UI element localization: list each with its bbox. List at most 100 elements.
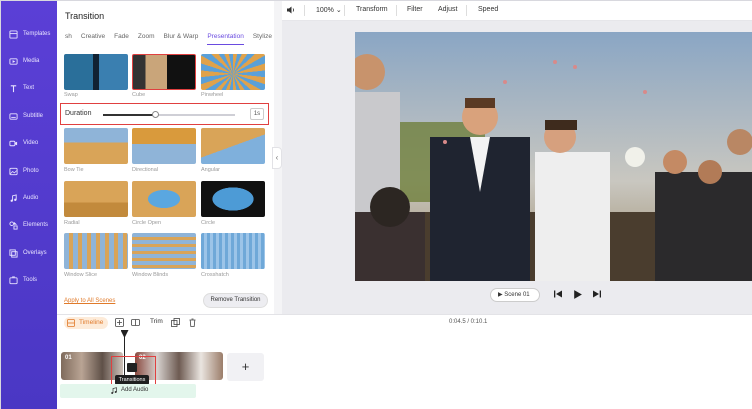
apply-to-all-scenes-link[interactable]: Apply to All Scenes <box>64 298 115 304</box>
delete-icon[interactable] <box>188 318 197 327</box>
transition-icon[interactable] <box>127 363 137 372</box>
collapse-panel-chevron-icon[interactable]: ‹ <box>272 147 282 169</box>
top-toolbar <box>282 1 752 21</box>
clip-number: 01 <box>65 355 72 361</box>
next-icon[interactable] <box>592 289 604 301</box>
duration-value[interactable]: 1s <box>250 108 264 120</box>
tab-creative[interactable]: Creative <box>81 33 105 45</box>
scene-label: Scene 01 <box>504 292 530 298</box>
transition-thumb-bow-tie[interactable] <box>64 128 128 164</box>
templates-icon <box>9 29 18 39</box>
sidebar-item-video[interactable]: Video <box>1 132 57 154</box>
sidebar-item-label: Media <box>23 58 40 64</box>
thumb-label: Swap <box>64 92 78 98</box>
transition-thumb-cube[interactable] <box>132 54 196 90</box>
media-icon <box>9 57 18 66</box>
thumb-label: Angular <box>201 167 220 173</box>
sidebar-item-subtitle[interactable]: Subtitle <box>1 105 57 127</box>
transform-button[interactable]: Transform <box>356 6 388 13</box>
sidebar-item-templates[interactable]: Templates <box>1 23 57 45</box>
thumb-label: Window Slice <box>64 272 98 278</box>
toolbar-divider <box>466 5 467 16</box>
timeline-label: Timeline <box>79 319 104 326</box>
editor-window: Templates Media Text Subtitle Video Phot… <box>0 0 752 409</box>
add-audio-label: Add Audio <box>121 387 149 393</box>
timeline-icon <box>67 319 75 327</box>
thumb-label: Directional <box>132 167 158 173</box>
sidebar-item-label: Text <box>23 85 35 91</box>
subtitle-icon <box>9 112 18 121</box>
transition-thumb-angular[interactable] <box>201 128 265 164</box>
text-icon <box>9 84 18 93</box>
sidebar-item-audio[interactable]: Audio <box>1 187 57 209</box>
adjust-button[interactable]: Adjust <box>438 6 457 13</box>
tab-zoom[interactable]: Zoom <box>138 33 155 45</box>
add-scene-button[interactable]: + <box>227 353 264 381</box>
thumb-label: Window Blinds <box>132 272 169 278</box>
thumb-label: Crosshatch <box>201 272 229 278</box>
sidebar-item-label: Overlays <box>23 250 47 256</box>
sidebar-item-photo[interactable]: Photo <box>1 160 57 182</box>
music-note-icon <box>110 387 118 395</box>
filter-button[interactable]: Filter <box>407 6 423 13</box>
duration-label: Duration <box>65 110 92 117</box>
sidebar-item-label: Templates <box>23 31 51 37</box>
sidebar-item-text[interactable]: Text <box>1 77 57 99</box>
transition-thumb-crosshatch[interactable] <box>201 233 265 269</box>
tools-icon <box>9 275 18 285</box>
play-icon[interactable] <box>572 289 584 301</box>
video-preview[interactable] <box>355 32 752 281</box>
volume-icon[interactable] <box>286 5 296 17</box>
toolbar-divider <box>396 5 397 16</box>
thumb-label: Cube <box>132 92 146 98</box>
tab-category[interactable]: sh <box>65 33 72 45</box>
transition-thumb-swap[interactable] <box>64 54 128 90</box>
elements-icon <box>9 220 18 230</box>
duration-slider[interactable] <box>103 111 235 118</box>
timeline-time: 0:04.5 / 0:10.1 <box>449 319 488 325</box>
tab-fade[interactable]: Fade <box>114 33 129 45</box>
transition-thumb-circle-open[interactable] <box>132 181 196 217</box>
sidebar-item-elements[interactable]: Elements <box>1 214 57 236</box>
toolbar-divider <box>304 5 305 16</box>
video-icon <box>9 139 18 148</box>
duration-control: Duration 1s <box>60 103 269 125</box>
transition-thumb-window-blinds[interactable] <box>132 233 196 269</box>
sidebar-item-label: Elements <box>23 222 49 228</box>
thumb-label: Circle <box>201 220 216 226</box>
scene-selector[interactable]: ▶ Scene 01 <box>490 288 540 302</box>
thumb-label: Pinwheel <box>201 92 224 98</box>
transition-thumb-circle[interactable] <box>201 181 265 217</box>
sidebar-item-label: Subtitle <box>23 113 44 119</box>
tab-stylize[interactable]: Stylize <box>253 33 272 45</box>
category-tabs: sh Creative Fade Zoom Blur & Warp Presen… <box>65 33 274 45</box>
transition-thumb-pinwheel[interactable] <box>201 54 265 90</box>
trim-button[interactable]: Trim <box>150 318 163 325</box>
wedding-scene-image <box>355 32 752 281</box>
previous-icon[interactable] <box>553 289 565 301</box>
transition-thumb-window-slice[interactable] <box>64 233 128 269</box>
sidebar: Templates Media Text Subtitle Video Phot… <box>1 1 57 409</box>
duration-slider-handle[interactable] <box>152 111 160 118</box>
add-scene-icon[interactable] <box>115 318 124 327</box>
thumb-label: Circle Open <box>132 220 162 226</box>
sidebar-item-media[interactable]: Media <box>1 50 57 72</box>
speed-button[interactable]: Speed <box>478 6 498 13</box>
tab-presentation[interactable]: Presentation <box>207 33 244 45</box>
photo-icon <box>9 167 18 176</box>
split-icon[interactable] <box>131 318 140 327</box>
duration-fill <box>103 114 156 116</box>
sidebar-item-tools[interactable]: Tools <box>1 269 57 291</box>
transition-thumb-radial[interactable] <box>64 181 128 217</box>
transition-thumb-directional[interactable] <box>132 128 196 164</box>
audio-icon <box>9 193 18 203</box>
toolbar-divider <box>344 5 345 16</box>
duplicate-icon[interactable] <box>171 318 180 327</box>
tab-blur-warp[interactable]: Blur & Warp <box>164 33 199 45</box>
chevron-down-icon: ⌄ <box>335 7 342 14</box>
zoom-select[interactable]: 100% ⌄ <box>316 6 342 14</box>
remove-transition-button[interactable]: Remove Transition <box>203 293 268 308</box>
sidebar-item-label: Audio <box>23 195 39 201</box>
sidebar-item-label: Tools <box>23 277 38 283</box>
sidebar-item-overlays[interactable]: Overlays <box>1 242 57 264</box>
